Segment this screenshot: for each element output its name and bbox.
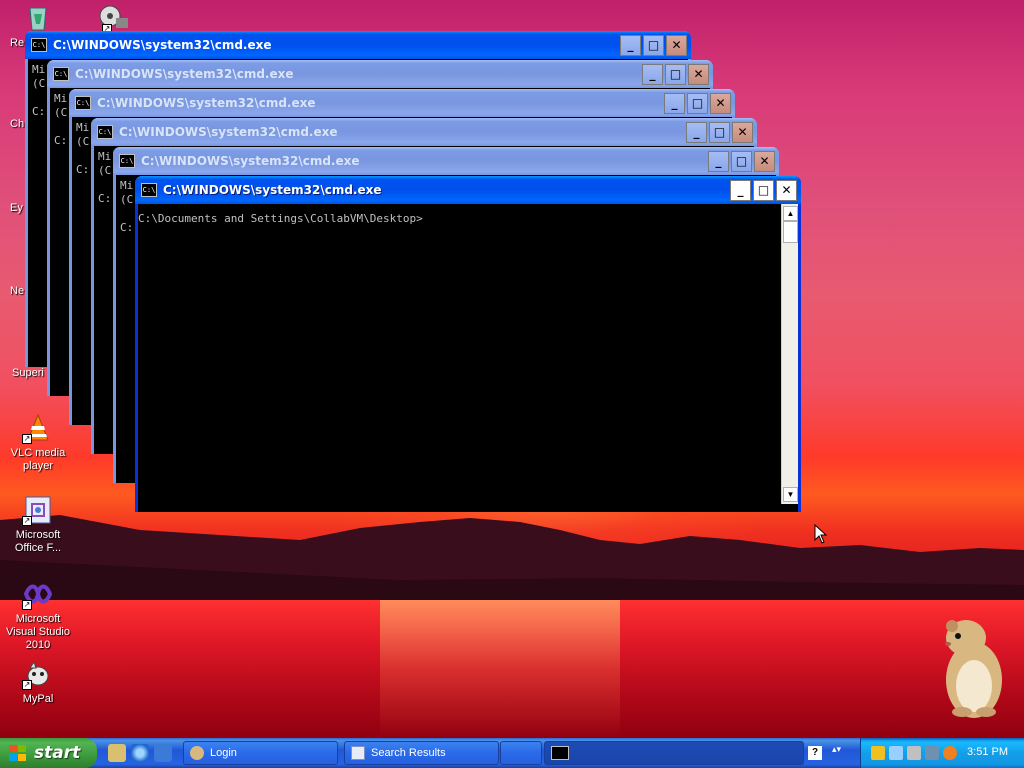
maximize-button[interactable]: □ [731, 150, 752, 172]
minimize-button[interactable]: _ [730, 179, 751, 201]
hamster-pet-icon[interactable] [936, 612, 1008, 722]
cmd-icon: C:\ [53, 67, 69, 81]
taskbar-button-cmd[interactable] [544, 741, 804, 765]
taskbar-button-search-results[interactable]: Search Results [344, 741, 499, 765]
close-button[interactable]: ✕ [710, 92, 731, 114]
help-icon[interactable]: ? [808, 746, 822, 760]
hardware-icon[interactable] [925, 746, 939, 760]
minimize-button[interactable]: _ [664, 92, 685, 114]
minimize-button[interactable]: _ [620, 34, 641, 56]
close-button[interactable]: ✕ [776, 179, 797, 201]
window-title: C:\WINDOWS\system32\cmd.exe [75, 67, 294, 81]
cmd-icon: C:\ [75, 96, 91, 110]
clock[interactable]: 3:51 PM [967, 746, 1008, 758]
maximize-button[interactable]: □ [709, 121, 730, 143]
cmd-icon [551, 746, 569, 760]
taskbar-button-label: Login [210, 747, 237, 759]
cmd-icon: C:\ [119, 154, 135, 168]
desktop-icon-office[interactable]: ↗ Microsoft Office F... [0, 494, 76, 555]
cmd-window-active[interactable]: C:\ C:\WINDOWS\system32\cmd.exe _ □ ✕ C:… [135, 176, 801, 512]
close-button[interactable]: ✕ [754, 150, 775, 172]
minimize-button[interactable]: _ [708, 150, 729, 172]
window-title: C:\WINDOWS\system32\cmd.exe [119, 125, 338, 139]
office-icon: ↗ [22, 494, 54, 526]
cmd-icon: C:\ [31, 38, 47, 52]
maximize-button[interactable]: □ [643, 34, 664, 56]
desktop-icon-mypal[interactable]: ↗ MyPal [0, 658, 76, 706]
windows-logo-icon [8, 744, 28, 762]
desktop-icon-label: MyPal [22, 693, 54, 705]
system-tray: 3:51 PM [860, 738, 1024, 768]
wallpaper-water-shine [380, 600, 620, 738]
start-label: start [34, 743, 81, 763]
window-title: C:\WINDOWS\system32\cmd.exe [141, 154, 360, 168]
close-button[interactable]: ✕ [688, 63, 709, 85]
taskbar: start Login Search Results ? ▴▾ 3:51 PM [0, 738, 1024, 768]
wallpaper-mountains [0, 515, 1024, 610]
window-titlebar[interactable]: C:\ C:\WINDOWS\system32\cmd.exe _ □ ✕ [113, 147, 779, 175]
desktop-icon-label: VLC media player [10, 447, 66, 472]
search-icon[interactable] [943, 746, 957, 760]
security-shield-icon[interactable] [871, 746, 885, 760]
vlc-icon: ↗ [22, 412, 54, 444]
close-button[interactable]: ✕ [666, 34, 687, 56]
vertical-scrollbar[interactable]: ▲ ▼ [781, 204, 798, 504]
taskbar-button-blank[interactable] [500, 741, 542, 765]
mypal-icon: ↗ [22, 658, 54, 690]
shortcut-arrow-icon: ↗ [22, 600, 32, 610]
minimize-button[interactable]: _ [642, 63, 663, 85]
network-icon[interactable] [889, 746, 903, 760]
mouse-cursor-icon [814, 524, 828, 544]
start-button[interactable]: start [0, 738, 97, 768]
desktop-icon-label: Microsoft Visual Studio 2010 [5, 613, 70, 651]
window-titlebar[interactable]: C:\ C:\WINDOWS\system32\cmd.exe _ □ ✕ [91, 118, 757, 146]
scroll-down-button[interactable]: ▼ [783, 487, 798, 502]
close-button[interactable]: ✕ [732, 121, 753, 143]
scrollbar-thumb[interactable] [783, 221, 798, 243]
quicklaunch-app-icon[interactable] [154, 744, 172, 762]
window-titlebar[interactable]: C:\ C:\WINDOWS\system32\cmd.exe _ □ ✕ [25, 31, 691, 59]
shortcut-arrow-icon: ↗ [22, 434, 32, 444]
desktop-icon-label: Microsoft Office F... [14, 529, 62, 554]
maximize-button[interactable]: □ [753, 179, 774, 201]
window-title: C:\WINDOWS\system32\cmd.exe [163, 183, 382, 197]
window-titlebar[interactable]: C:\ C:\WINDOWS\system32\cmd.exe _ □ ✕ [69, 89, 735, 117]
language-icon[interactable]: ▴▾ [832, 744, 842, 762]
movie-maker-icon: ↗ [98, 2, 130, 34]
cmd-icon: C:\ [97, 125, 113, 139]
console-output[interactable]: C:\Documents and Settings\CollabVM\Deskt… [138, 204, 798, 512]
desktop-icon-visual-studio[interactable]: ↗ Microsoft Visual Studio 2010 [0, 578, 76, 652]
volume-icon[interactable] [907, 746, 921, 760]
cmd-icon: C:\ [141, 183, 157, 197]
search-results-icon [351, 746, 365, 760]
desktop-icon-vlc[interactable]: ↗ VLC media player [0, 412, 76, 473]
maximize-button[interactable]: □ [687, 92, 708, 114]
quicklaunch-show-desktop-icon[interactable] [108, 744, 126, 762]
scroll-up-button[interactable]: ▲ [783, 206, 798, 221]
taskbar-button-label: Search Results [371, 747, 446, 759]
app-icon [190, 746, 204, 760]
shortcut-arrow-icon: ↗ [22, 680, 32, 690]
window-title: C:\WINDOWS\system32\cmd.exe [53, 38, 272, 52]
window-title: C:\WINDOWS\system32\cmd.exe [97, 96, 316, 110]
minimize-button[interactable]: _ [686, 121, 707, 143]
shortcut-arrow-icon: ↗ [22, 516, 32, 526]
window-titlebar[interactable]: C:\ C:\WINDOWS\system32\cmd.exe _ □ ✕ [135, 176, 801, 204]
maximize-button[interactable]: □ [665, 63, 686, 85]
taskbar-button-login[interactable]: Login [183, 741, 338, 765]
quicklaunch-ie-icon[interactable] [131, 744, 149, 762]
visual-studio-icon: ↗ [22, 578, 54, 610]
recycle-bin-icon [22, 2, 54, 34]
window-titlebar[interactable]: C:\ C:\WINDOWS\system32\cmd.exe _ □ ✕ [47, 60, 713, 88]
